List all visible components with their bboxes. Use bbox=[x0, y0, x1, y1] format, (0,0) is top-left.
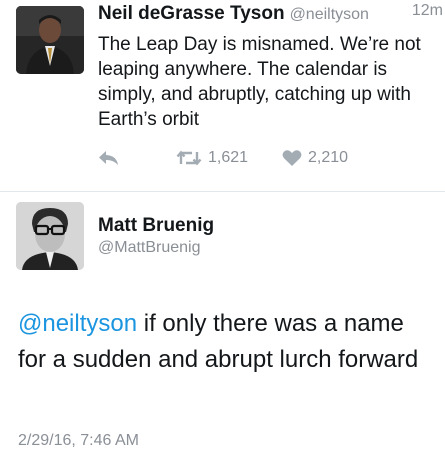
display-name[interactable]: Matt Bruenig bbox=[98, 215, 214, 237]
reply-button[interactable] bbox=[98, 146, 120, 170]
divider bbox=[0, 191, 445, 192]
reply-icon bbox=[99, 151, 118, 165]
user-handle[interactable]: @neiltyson bbox=[290, 6, 369, 23]
avatar-matt-bruenig-image bbox=[16, 202, 84, 270]
tweet-header: Neil deGrasse Tyson @neiltyson bbox=[98, 3, 443, 25]
tweet-thread: Neil deGrasse Tyson @neiltyson 12m The Le… bbox=[0, 0, 445, 469]
display-name[interactable]: Neil deGrasse Tyson bbox=[98, 3, 285, 24]
avatar-matt-bruenig[interactable] bbox=[16, 202, 84, 270]
avatar-neil-tyson[interactable] bbox=[16, 6, 84, 74]
heart-icon bbox=[282, 150, 302, 166]
retweet-icon bbox=[176, 150, 202, 166]
user-handle[interactable]: @MattBruenig bbox=[98, 239, 201, 257]
tweet-text: The Leap Day is misnamed. We’re not leap… bbox=[98, 34, 421, 130]
like-button[interactable]: 2,210 bbox=[282, 146, 348, 170]
mention-link[interactable]: @neiltyson bbox=[18, 310, 137, 337]
retweet-button[interactable]: 1,621 bbox=[176, 146, 248, 170]
tweet-timestamp[interactable]: 12m bbox=[412, 2, 443, 20]
retweet-count: 1,621 bbox=[208, 149, 249, 166]
tweet-date: 2/29/16, 7:46 AM bbox=[18, 432, 139, 449]
like-count: 2,210 bbox=[308, 149, 349, 166]
avatar-neil-tyson-image bbox=[16, 6, 84, 74]
tweet-neil-tyson[interactable]: Neil deGrasse Tyson @neiltyson 12m The Le… bbox=[0, 0, 445, 190]
tweet-actions: 1,621 2,210 bbox=[98, 146, 443, 170]
tweet-text: @neiltyson if only there was a name for … bbox=[18, 306, 438, 378]
